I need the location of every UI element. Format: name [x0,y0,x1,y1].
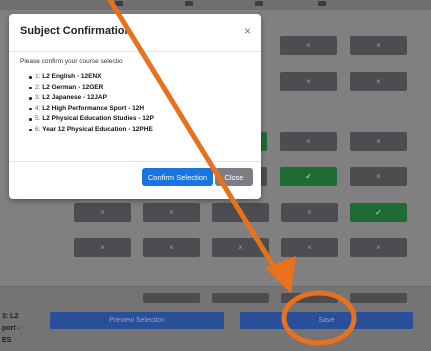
annotation-overlay [107,0,357,346]
annotation-circle [281,290,357,346]
annotation-arrow-shaft [107,0,285,283]
